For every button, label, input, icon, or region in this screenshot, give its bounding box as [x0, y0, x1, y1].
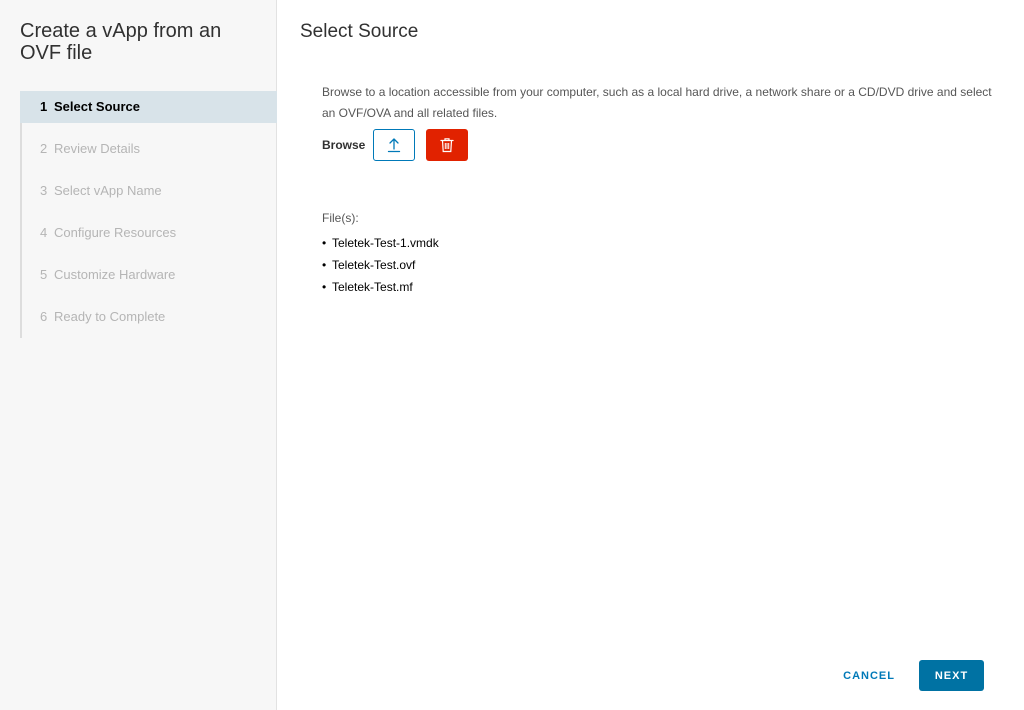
- wizard-sidebar: Create a vApp from an OVF file 1 Select …: [0, 0, 277, 710]
- step-ready-to-complete[interactable]: 6 Ready to Complete: [22, 301, 277, 343]
- cancel-button[interactable]: CANCEL: [837, 660, 901, 691]
- step-number: 4: [40, 225, 48, 240]
- step-label: Configure Resources: [54, 225, 177, 240]
- step-review-details[interactable]: 2 Review Details: [22, 133, 277, 175]
- page-title: Select Source: [300, 21, 419, 42]
- files-list: Teletek-Test-1.vmdk Teletek-Test.ovf Tel…: [322, 232, 439, 298]
- step-label: Review Details: [54, 141, 140, 156]
- step-customize-hardware[interactable]: 5 Customize Hardware: [22, 259, 277, 301]
- step-select-source[interactable]: 1 Select Source: [20, 91, 277, 123]
- step-select-vapp-name[interactable]: 3 Select vApp Name: [22, 175, 277, 217]
- step-label: Customize Hardware: [54, 267, 176, 282]
- source-description: Browse to a location accessible from you…: [322, 85, 992, 120]
- wizard-footer: CANCEL NEXT: [837, 660, 984, 691]
- step-label: Ready to Complete: [54, 309, 166, 324]
- step-label: Select Source: [54, 99, 140, 114]
- delete-files-button[interactable]: [426, 129, 469, 161]
- browse-row: Browse: [322, 128, 469, 162]
- next-button[interactable]: NEXT: [919, 660, 984, 691]
- wizard-title: Create a vApp from an OVF file: [20, 20, 222, 64]
- step-number: 5: [40, 267, 48, 282]
- wizard-steps: 1 Select Source 2 Review Details 3 Selec…: [20, 91, 277, 338]
- files-label: File(s):: [322, 211, 359, 225]
- browse-label: Browse: [322, 138, 366, 152]
- upload-button[interactable]: [373, 129, 416, 161]
- step-number: 2: [40, 141, 48, 156]
- step-label: Select vApp Name: [54, 183, 162, 198]
- upload-icon: [388, 138, 401, 153]
- step-number: 6: [40, 309, 48, 324]
- list-item: Teletek-Test.mf: [322, 276, 439, 298]
- main-content: Select Source Browse to a location acces…: [278, 0, 1024, 710]
- trash-icon: [440, 138, 455, 153]
- step-number: 3: [40, 183, 48, 198]
- step-configure-resources[interactable]: 4 Configure Resources: [22, 217, 277, 259]
- step-number: 1: [40, 99, 48, 114]
- list-item: Teletek-Test-1.vmdk: [322, 232, 439, 254]
- list-item: Teletek-Test.ovf: [322, 254, 439, 276]
